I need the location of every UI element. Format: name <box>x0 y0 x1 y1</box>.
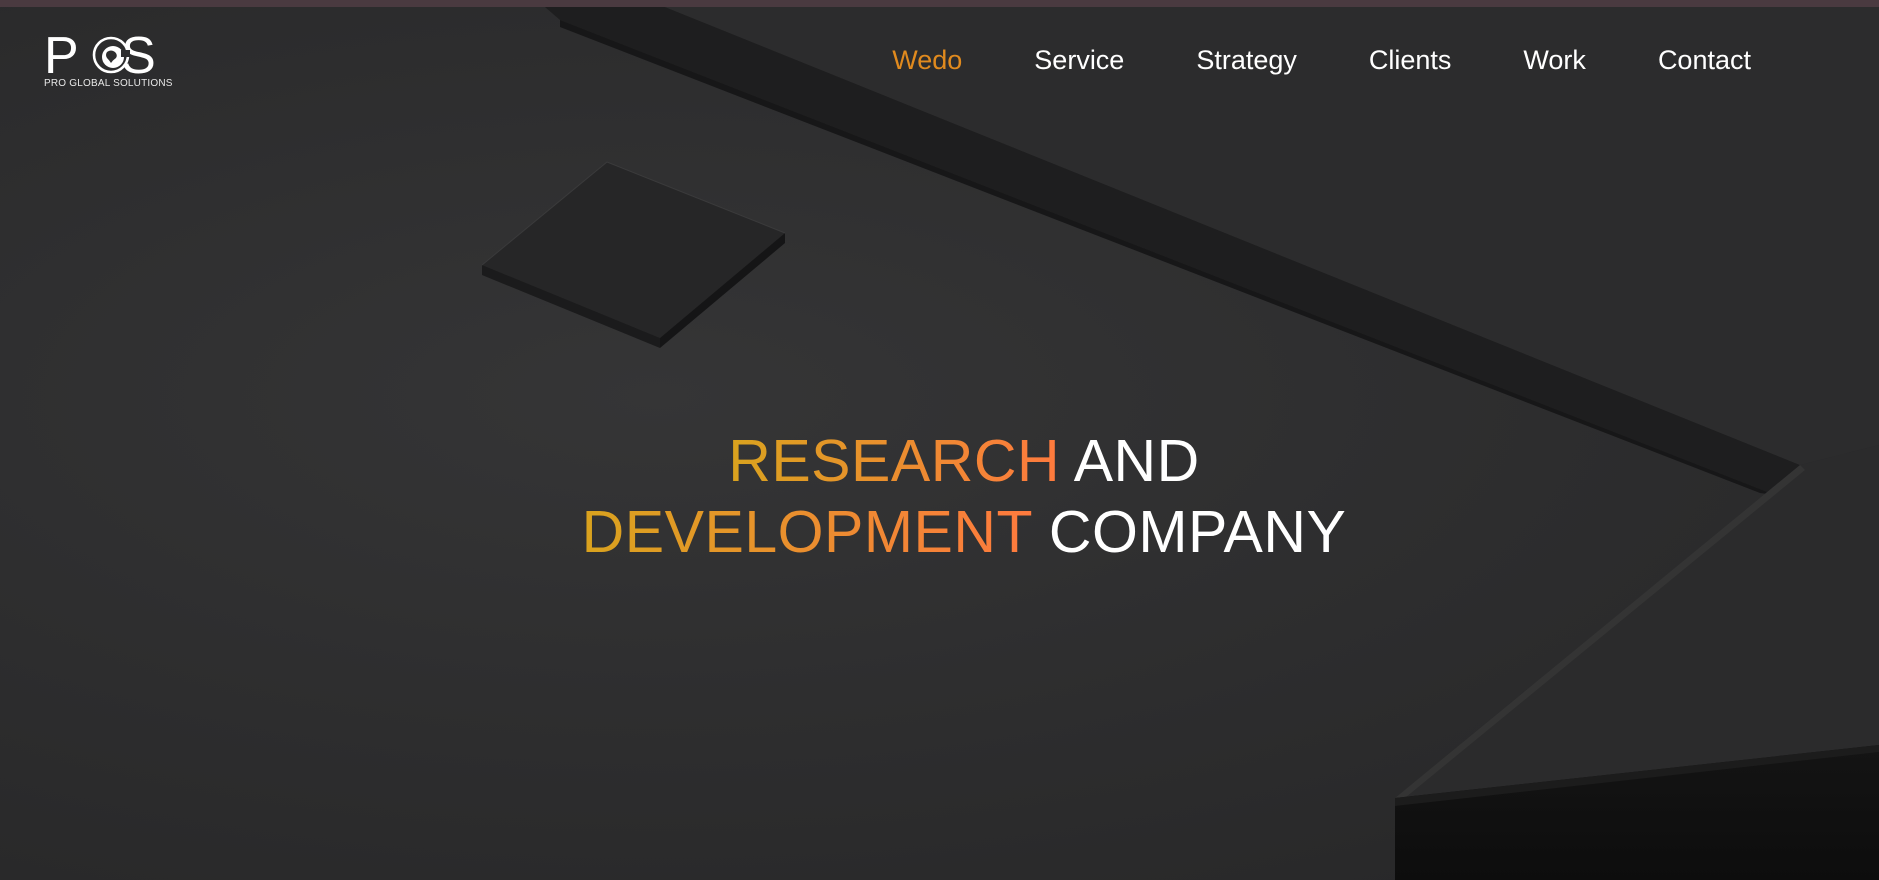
brand-logo[interactable]: PGS PRO GLOBAL SOLUTIONS <box>44 30 172 90</box>
globe-icon <box>92 36 130 74</box>
logo-tagline: PRO GLOBAL SOLUTIONS <box>44 78 173 89</box>
hero-text-company: COMPANY <box>1048 499 1347 565</box>
main-navigation: Wedo Service Strategy Clients Work Conta… <box>892 43 1751 77</box>
page: PGS PRO GLOBAL SOLUTIONS Wedo Service St… <box>0 0 1879 880</box>
nav-item-wedo[interactable]: Wedo <box>892 43 962 77</box>
nav-item-clients[interactable]: Clients <box>1369 43 1452 77</box>
hero-text-and: AND <box>1073 428 1200 494</box>
hero-headline: RESEARCH AND DEVELOPMENT COMPANY <box>0 426 1879 568</box>
nav-item-service[interactable]: Service <box>1034 43 1124 77</box>
hero-accent-development: DEVELOPMENT <box>581 499 1032 565</box>
hero-accent-research: RESEARCH <box>728 428 1061 494</box>
hero-line-2: DEVELOPMENT COMPANY <box>0 497 1879 568</box>
nav-item-work[interactable]: Work <box>1523 43 1586 77</box>
hero-line-1: RESEARCH AND <box>0 426 1879 497</box>
nav-item-contact[interactable]: Contact <box>1658 43 1751 77</box>
nav-item-strategy[interactable]: Strategy <box>1196 43 1297 77</box>
